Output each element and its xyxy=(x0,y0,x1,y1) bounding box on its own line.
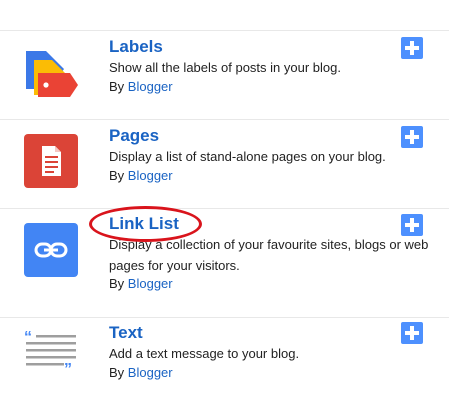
gadget-title[interactable]: Pages xyxy=(109,126,159,146)
author-link[interactable]: Blogger xyxy=(128,79,173,94)
pages-document-icon xyxy=(24,134,78,188)
gadget-title[interactable]: Link List xyxy=(109,214,179,234)
gadget-labels: Labels Show all the labels of posts in y… xyxy=(0,31,449,120)
gadget-description: Display a list of stand-alone pages on y… xyxy=(109,149,386,164)
gadget-description: Display a collection of your favourite s… xyxy=(109,237,429,273)
text-quote-icon: “ ” xyxy=(24,329,78,384)
gadget-author: By Blogger xyxy=(109,79,173,94)
author-prefix: By xyxy=(109,276,125,291)
gadget-pages: Pages Display a list of stand-alone page… xyxy=(0,120,449,209)
gadget-link-list: Link List Display a collection of your f… xyxy=(0,209,449,318)
gadget-description: Add a text message to your blog. xyxy=(109,346,300,361)
gadget-title[interactable]: Text xyxy=(109,323,143,343)
author-link[interactable]: Blogger xyxy=(128,365,173,380)
gadget-author: By Blogger xyxy=(109,276,173,291)
gadget-text: “ ” Text Add a text message to your blog… xyxy=(0,318,449,408)
link-chain-icon xyxy=(24,223,78,277)
plus-icon xyxy=(405,41,419,55)
add-pages-button[interactable] xyxy=(401,126,423,148)
author-prefix: By xyxy=(109,79,125,94)
gadget-author: By Blogger xyxy=(109,168,173,183)
add-labels-button[interactable] xyxy=(401,37,423,59)
labels-tag-icon xyxy=(24,45,78,99)
author-link[interactable]: Blogger xyxy=(128,168,173,183)
add-text-button[interactable] xyxy=(401,322,423,344)
gadget-title[interactable]: Labels xyxy=(109,37,163,57)
plus-icon xyxy=(405,130,419,144)
plus-icon xyxy=(405,326,419,340)
plus-icon xyxy=(405,218,419,232)
add-link-list-button[interactable] xyxy=(401,214,423,236)
author-prefix: By xyxy=(109,365,125,380)
svg-text:”: ” xyxy=(64,361,72,378)
gadget-description: Show all the labels of posts in your blo… xyxy=(109,60,341,75)
author-prefix: By xyxy=(109,168,125,183)
gadget-author: By Blogger xyxy=(109,365,173,380)
author-link[interactable]: Blogger xyxy=(128,276,173,291)
